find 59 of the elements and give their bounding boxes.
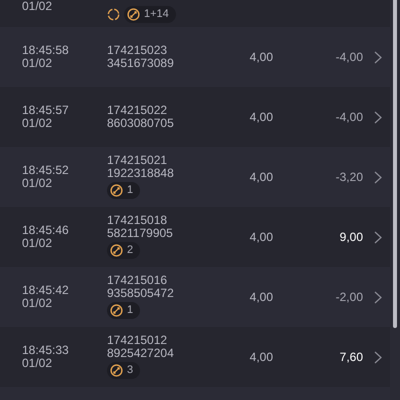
bet-id-text: 174215012: [107, 334, 168, 347]
ball-icon: [110, 244, 123, 257]
chevron-right-icon[interactable]: [374, 110, 382, 124]
result-text: 9,00: [338, 230, 363, 244]
bet-id-text: 174215016: [107, 274, 168, 287]
time-text: 18:45:58: [22, 44, 70, 57]
ball-icon: [127, 8, 140, 21]
date-text: 01/02: [22, 57, 54, 70]
bet-id-text: 3451673089: [107, 57, 175, 70]
count-badge: 3: [107, 362, 140, 379]
result-text: -2,00: [334, 290, 363, 304]
ball-icon: [110, 304, 123, 317]
count-badge: 1: [107, 302, 140, 319]
time-text: 18:45:46: [22, 224, 70, 237]
date-text: 01/02: [22, 357, 54, 370]
ball-icon: [110, 364, 123, 377]
bet-id-text: 8925427204: [107, 347, 175, 360]
date-text: 01/02: [22, 297, 54, 310]
chevron-right-icon[interactable]: [374, 290, 382, 304]
time-text: 18:45:33: [22, 344, 70, 357]
bet-row[interactable]: 18:45:57 01/02 174215022 8603080705 4,00 -4,00: [0, 87, 390, 147]
count-badge: 2: [107, 242, 140, 259]
time-text: 18:45:57: [22, 104, 70, 117]
bet-id-text: 1922318848: [107, 167, 175, 180]
stake-text: 4,00: [248, 350, 273, 364]
bet-id-text: 9358505472: [107, 287, 175, 300]
count-badge: 1: [107, 182, 140, 199]
bet-row[interactable]: 18:45:33 01/02 174215012 8925427204 3 4,00 7,60: [0, 327, 390, 387]
time-text: 18:45:42: [22, 284, 70, 297]
stake-text: 4,00: [248, 170, 273, 184]
chevron-right-icon[interactable]: [374, 230, 382, 244]
chevron-right-icon[interactable]: [374, 50, 382, 64]
chevron-right-icon[interactable]: [374, 170, 382, 184]
result-text: -4,00: [334, 110, 363, 124]
chevron-right-icon[interactable]: [374, 350, 382, 364]
date-text: 01/02: [22, 237, 54, 250]
count-badge: 1+14: [124, 6, 176, 23]
bet-id-text: 174215018: [107, 214, 168, 227]
date-text: 01/02: [22, 177, 54, 190]
stake-text: 4,00: [248, 50, 273, 64]
bet-id-text: 174215023: [107, 44, 168, 57]
bet-id-text: 5821179905: [107, 227, 174, 240]
date-text: 01/02: [21, 0, 54, 15]
bet-id-text: 174215022: [107, 104, 168, 117]
refresh-icon: [107, 8, 120, 21]
date-text: 01/02: [22, 117, 54, 130]
result-text: -3,20: [334, 170, 363, 184]
result-text: -4,00: [334, 50, 363, 64]
ball-icon: [110, 184, 123, 197]
bet-id-text: 8603080705: [107, 117, 175, 130]
stake-text: 4,00: [248, 290, 273, 304]
time-text: 18:45:52: [22, 164, 70, 177]
bet-id-text: 174215021: [107, 154, 168, 167]
stake-text: 4,00: [248, 110, 273, 124]
stake-text: 4,00: [248, 230, 273, 244]
bet-row[interactable]: 01/02 1+14: [0, 0, 390, 27]
bet-row[interactable]: 18:45:46 01/02 174215018 5821179905 2 4,00 9,00: [0, 207, 390, 267]
result-text: 7,60: [338, 350, 363, 364]
scrollbar-thumb[interactable]: [393, 0, 397, 328]
